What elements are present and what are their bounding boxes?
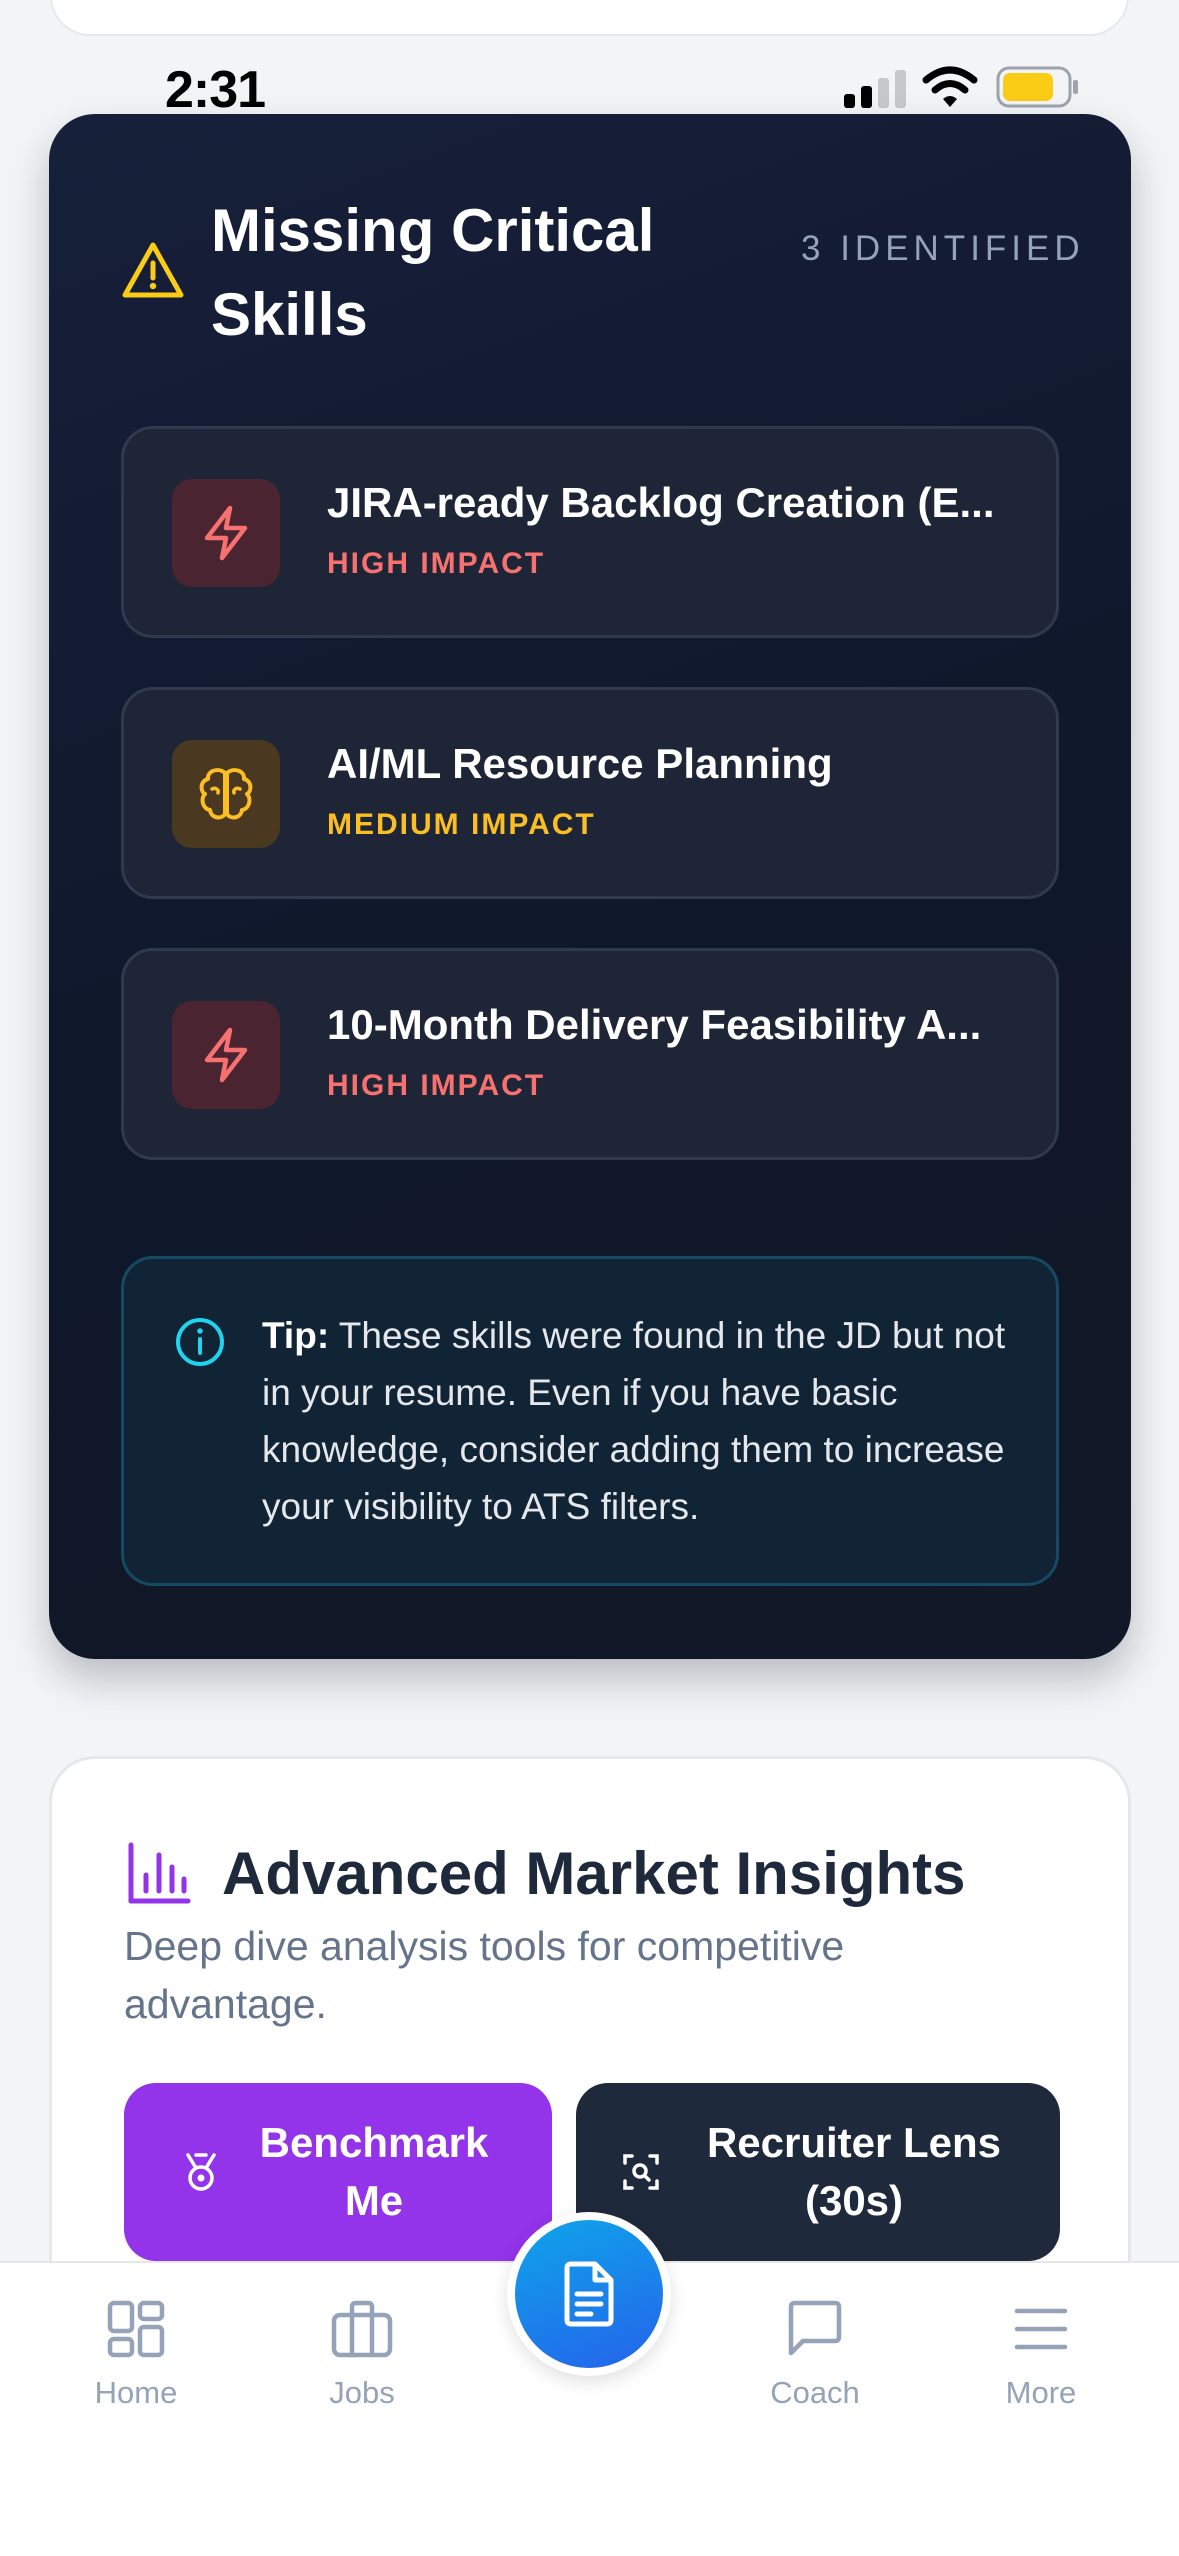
nav-item-coach[interactable]: Coach [725,2299,905,2411]
skill-item[interactable]: 10-Month Delivery Feasibility A... HIGH … [121,948,1059,1160]
brain-icon [199,768,253,820]
skill-name: AI/ML Resource Planning [327,740,833,787]
briefcase-icon [331,2300,393,2358]
impact-label: HIGH IMPACT [327,1069,546,1102]
nav-item-jobs[interactable]: Jobs [272,2299,452,2411]
skills-count-badge: 3 IDENTIFIED [801,229,1085,268]
previous-card [50,0,1129,36]
nav-label-more: More [1005,2375,1077,2410]
benchmark-me-label: Benchmark Me [259,2119,489,2224]
impact-label: MEDIUM IMPACT [327,808,596,841]
nav-label-coach: Coach [770,2375,860,2410]
lightning-icon [204,1027,248,1083]
benchmark-me-button[interactable]: Benchmark Me [124,2083,552,2261]
info-icon [176,1318,224,1366]
tip-box: Tip: These skills were found in the JD b… [121,1256,1059,1586]
skill-icon-box [172,740,280,848]
skill-icon-box [172,479,280,587]
wifi-icon [922,66,978,107]
signal-icon [844,70,906,108]
skill-name: 10-Month Delivery Feasibility A... [327,1001,982,1048]
nav-item-home[interactable]: Home [46,2299,226,2411]
recruiter-lens-button[interactable]: Recruiter Lens (30s) [576,2083,1060,2261]
status-time: 2:31 [165,61,266,119]
status-bar: 2:31 [0,50,1179,120]
tip-label: Tip: [262,1315,330,1356]
tip-text: Tip: These skills were found in the JD b… [262,1307,1022,1535]
insights-title: Advanced Market Insights [222,1840,966,1907]
insights-subtitle: Deep dive analysis tools for competitive… [124,1923,845,2027]
impact-label: HIGH IMPACT [327,547,546,580]
app-screen: 2:31 Missing Critical Skills 3 IDENTIFIE… [0,0,1179,2556]
chat-icon [788,2300,842,2356]
skill-name: JIRA-ready Backlog Creation (E... [327,479,995,526]
bar-chart-icon [128,1842,191,1904]
document-icon [564,2261,614,2327]
warning-icon [122,242,184,298]
skill-icon-box [172,1001,280,1109]
recruiter-lens-label: Recruiter Lens (30s) [706,2119,1002,2224]
missing-skills-card: Missing Critical Skills 3 IDENTIFIED JIR… [49,114,1131,1659]
nav-item-more[interactable]: More [951,2299,1131,2411]
grid-icon [107,2300,165,2358]
nav-label-jobs: Jobs [329,2375,395,2410]
skill-item[interactable]: AI/ML Resource Planning MEDIUM IMPACT [121,687,1059,899]
nav-label-home: Home [94,2375,178,2410]
medal-icon [186,2153,216,2191]
scan-search-icon [623,2154,659,2190]
battery-icon [996,66,1078,108]
lightning-icon [204,505,248,561]
skill-item[interactable]: JIRA-ready Backlog Creation (E... HIGH I… [121,426,1059,638]
resume-fab-button[interactable] [515,2220,663,2368]
skills-card-title: Missing Critical Skills [211,197,655,348]
tip-body: These skills were found in the JD but no… [262,1315,1006,1527]
menu-icon [1014,2308,1068,2350]
